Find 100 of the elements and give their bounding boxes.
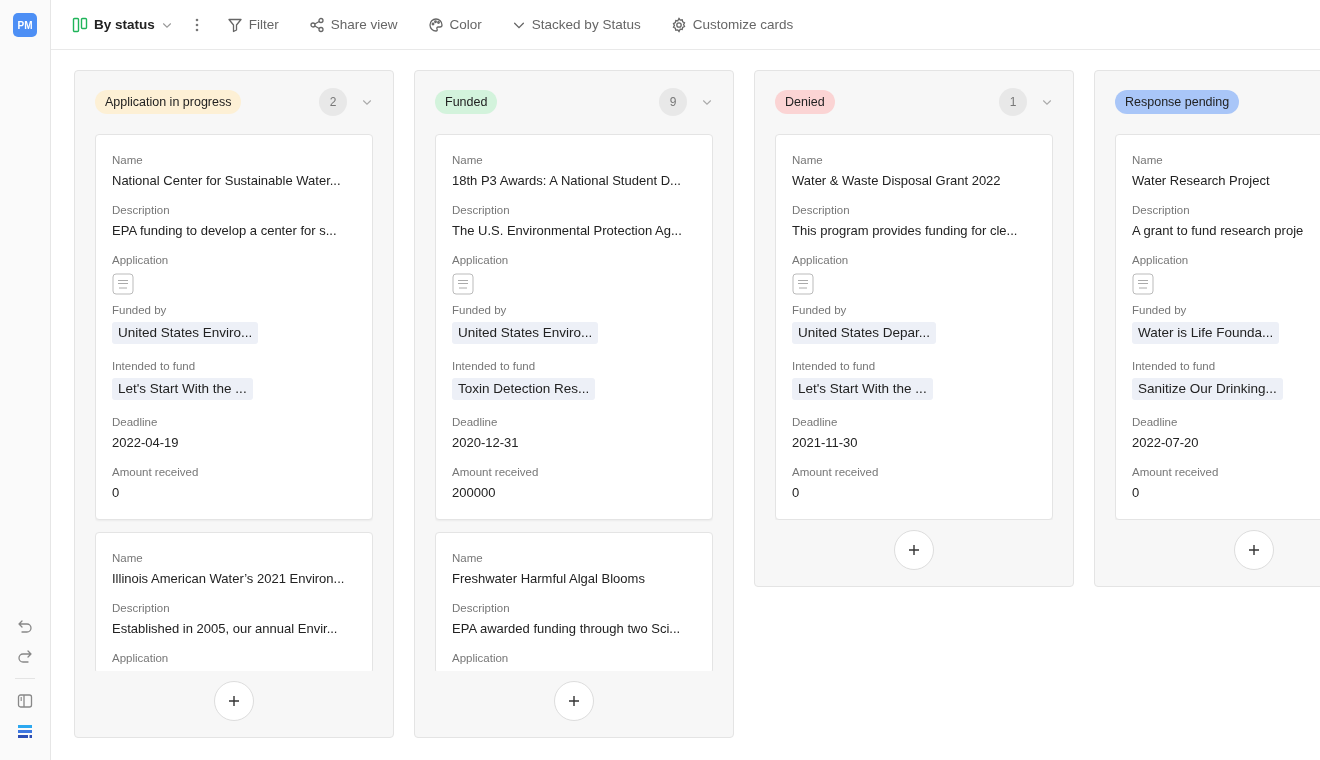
field-label: Description	[452, 601, 511, 616]
field-label: Application	[1132, 253, 1190, 268]
field-label: Amount received	[1132, 465, 1220, 480]
field-value: Water Research Project	[1132, 172, 1271, 190]
field-label: Amount received	[112, 465, 200, 480]
field-label: Application	[452, 253, 510, 268]
card-count: 2	[319, 88, 347, 116]
field-value: 2022-04-19	[112, 434, 180, 452]
board-icon	[72, 16, 88, 33]
field-value: National Center for Sustainable Water...	[112, 172, 342, 190]
field-value: 0	[792, 484, 801, 502]
pdf-file-icon[interactable]	[792, 273, 814, 295]
field-value: EPA funding to develop a center for s...	[112, 222, 338, 240]
record-chip[interactable]: Water is Life Founda...	[1132, 322, 1280, 344]
field-value: 0	[1132, 484, 1141, 502]
field-label: Name	[792, 153, 824, 168]
field-value: The U.S. Environmental Protection Ag...	[452, 222, 683, 240]
field-label: Funded by	[112, 303, 168, 318]
record-chip[interactable]: United States Enviro...	[112, 322, 259, 344]
undo-icon[interactable]	[17, 618, 33, 634]
field-label: Name	[452, 551, 484, 566]
record-chip[interactable]: Toxin Detection Res...	[452, 378, 596, 400]
field-label: Application	[792, 253, 850, 268]
field-label: Application	[112, 651, 170, 666]
record-chip[interactable]: Let's Start With the ...	[112, 378, 253, 400]
field-label: Description	[112, 601, 171, 616]
field-label: Amount received	[452, 465, 540, 480]
filter-icon	[226, 16, 243, 33]
view-selector[interactable]: By status	[72, 16, 179, 33]
status-tag: Application in progress	[95, 90, 242, 114]
field-label: Description	[792, 203, 851, 218]
panel-icon[interactable]	[17, 693, 33, 709]
field-label: Description	[112, 203, 171, 218]
card-count: 9	[659, 88, 687, 116]
card-count: 1	[999, 88, 1027, 116]
plus-icon	[1248, 544, 1260, 556]
share-icon	[308, 16, 325, 33]
record-chip[interactable]: Sanitize Our Drinking...	[1132, 378, 1283, 400]
field-label: Amount received	[792, 465, 880, 480]
status-tag: Funded	[435, 90, 498, 114]
kanban-view-icon[interactable]	[17, 723, 33, 739]
field-label: Funded by	[452, 303, 508, 318]
toolbar-button[interactable]: Filter	[226, 16, 279, 33]
pdf-file-icon[interactable]	[452, 273, 474, 295]
field-label: Deadline	[1132, 415, 1179, 430]
palette-icon	[427, 16, 444, 33]
toolbar-button[interactable]: Share view	[308, 16, 398, 33]
redo-icon[interactable]	[17, 648, 33, 664]
field-value: 18th P3 Awards: A National Student D...	[452, 172, 682, 190]
add-card-button[interactable]	[894, 530, 934, 570]
field-value: 200000	[452, 484, 497, 502]
field-value: 2020-12-31	[452, 434, 520, 452]
field-label: Deadline	[452, 415, 499, 430]
record-card[interactable]	[775, 134, 1053, 520]
field-value: EPA awarded funding through two Sci...	[452, 620, 682, 638]
plus-icon	[228, 695, 240, 707]
field-value: This program provides funding for cle...	[792, 222, 1019, 240]
record-chip[interactable]: United States Depar...	[792, 322, 937, 344]
field-value: 0	[112, 484, 121, 502]
field-value: A grant to fund research proje	[1132, 222, 1305, 240]
field-label: Intended to fund	[112, 359, 197, 374]
toolbar-button[interactable]: Color	[427, 16, 482, 33]
record-card[interactable]: Name Illinois American Water’s 2021 Environ... Description Established in 2005, our annual Envir... Application	[95, 532, 373, 671]
field-label: Name	[112, 551, 144, 566]
field-value: 2021-11-30	[792, 434, 859, 452]
record-chip[interactable]: Let's Start With the ...	[792, 378, 933, 400]
record-card[interactable]	[95, 134, 373, 520]
more-icon[interactable]	[194, 17, 199, 32]
field-value: Freshwater Harmful Algal Blooms	[452, 570, 646, 588]
field-label: Name	[452, 153, 484, 168]
add-card-button[interactable]	[214, 681, 254, 721]
add-card-button[interactable]	[554, 681, 594, 721]
field-label: Deadline	[792, 415, 839, 430]
plus-icon	[908, 544, 920, 556]
field-label: Intended to fund	[452, 359, 537, 374]
record-card[interactable]	[435, 134, 713, 520]
record-card[interactable]: Name Water Research Project Description A grant to fund research proje Application Funded by Water is Life Founda... Intended to fund Sanitize Our Drinking... Deadline 2022-07-20 Amount received 0	[1115, 134, 1320, 520]
field-label: Application	[452, 651, 510, 666]
field-label: Intended to fund	[792, 359, 877, 374]
field-value: Established in 2005, our annual Envir...	[112, 620, 339, 638]
field-value: 2022-07-20	[1132, 434, 1200, 452]
field-label: Application	[112, 253, 170, 268]
plus-icon	[568, 695, 580, 707]
field-label: Name	[112, 153, 144, 168]
field-label: Name	[1132, 153, 1164, 168]
field-label: Intended to fund	[1132, 359, 1217, 374]
field-label: Deadline	[112, 415, 159, 430]
record-chip[interactable]: United States Enviro...	[452, 322, 599, 344]
pdf-file-icon[interactable]	[1132, 273, 1154, 295]
settings-icon	[670, 16, 687, 33]
status-tag: Denied	[775, 90, 835, 114]
record-card[interactable]: Name Freshwater Harmful Algal Blooms Description EPA awarded funding through two Sci... Application	[435, 532, 713, 671]
field-label: Funded by	[1132, 303, 1188, 318]
toolbar-button[interactable]: Stacked by Status	[511, 17, 641, 32]
toolbar-button[interactable]: Customize cards	[670, 16, 794, 33]
field-label: Description	[1132, 203, 1191, 218]
field-value: Illinois American Water’s 2021 Environ...	[112, 570, 346, 588]
pdf-file-icon[interactable]	[112, 273, 134, 295]
add-card-button[interactable]	[1234, 530, 1274, 570]
field-value: Water & Waste Disposal Grant 2022	[792, 172, 1002, 190]
